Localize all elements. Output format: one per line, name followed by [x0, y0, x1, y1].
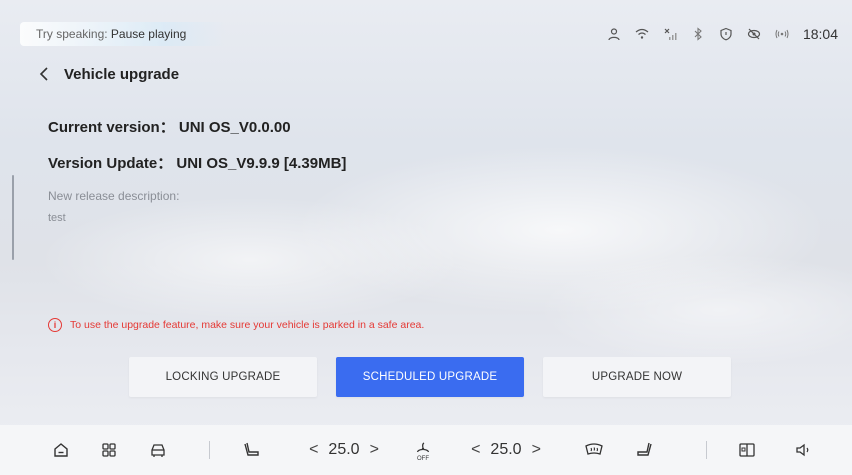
voice-hint-command: Pause playing [110, 27, 187, 41]
safety-warning-text: To use the upgrade feature, make sure yo… [70, 319, 425, 331]
upgrade-now-button[interactable]: UPGRADE NOW [543, 357, 731, 397]
info-warning-icon: i [48, 318, 62, 332]
temp-left-increase-icon[interactable]: > [370, 441, 379, 459]
hotspot-icon [775, 27, 789, 41]
fan-off-icon[interactable]: OFF [412, 437, 434, 463]
camera-off-icon [747, 27, 761, 41]
scheduled-upgrade-button[interactable]: SCHEDULED UPGRADE [336, 357, 524, 397]
cellular-signal-icon [663, 27, 677, 41]
bluetooth-icon [691, 27, 705, 41]
passenger-seat-icon[interactable] [632, 437, 656, 463]
left-temperature-control[interactable]: < 25.0 > [298, 437, 390, 463]
page-header: Vehicle upgrade [36, 64, 179, 84]
fan-state-label: OFF [417, 456, 429, 462]
release-description-label: New release description: [48, 189, 180, 203]
temp-left-decrease-icon[interactable]: < [309, 441, 318, 459]
split-screen-icon[interactable] [735, 437, 759, 463]
bottom-dock: < 25.0 > OFF < 25.0 > [0, 425, 852, 475]
driver-seat-icon[interactable] [240, 437, 264, 463]
apps-grid-icon[interactable] [98, 437, 120, 463]
update-version: Version Update： UNI OS_V9.9.9 [4.39MB] [48, 155, 347, 172]
right-temperature-control[interactable]: < 25.0 > [460, 437, 552, 463]
home-icon[interactable] [50, 437, 72, 463]
wifi-icon [635, 27, 649, 41]
right-temperature-value: 25.0 [490, 441, 522, 458]
current-version: Current version： UNI OS_V0.0.00 [48, 119, 291, 136]
car-icon[interactable] [146, 437, 170, 463]
locking-upgrade-button[interactable]: LOCKING UPGRADE [129, 357, 317, 397]
temp-right-increase-icon[interactable]: > [532, 441, 541, 459]
release-description-text: test [48, 212, 66, 224]
temp-right-decrease-icon[interactable]: < [471, 441, 480, 459]
chevron-left-icon [39, 67, 48, 81]
voice-hint-prefix: Try speaking: [36, 27, 111, 41]
back-button[interactable] [36, 64, 52, 84]
dock-divider [706, 441, 707, 459]
scroll-indicator[interactable] [12, 175, 14, 260]
voice-hint: Try speaking: Pause playing [20, 22, 227, 46]
front-defrost-icon[interactable] [581, 437, 607, 463]
shield-icon [719, 27, 733, 41]
safety-warning: i To use the upgrade feature, make sure … [48, 318, 424, 332]
left-temperature-value: 25.0 [328, 441, 360, 458]
page-title: Vehicle upgrade [64, 65, 180, 83]
clock: 18:04 [802, 26, 838, 42]
volume-icon[interactable] [792, 437, 816, 463]
dock-divider [209, 441, 210, 459]
user-icon[interactable] [607, 27, 621, 41]
status-bar: 18:04 [607, 22, 838, 46]
